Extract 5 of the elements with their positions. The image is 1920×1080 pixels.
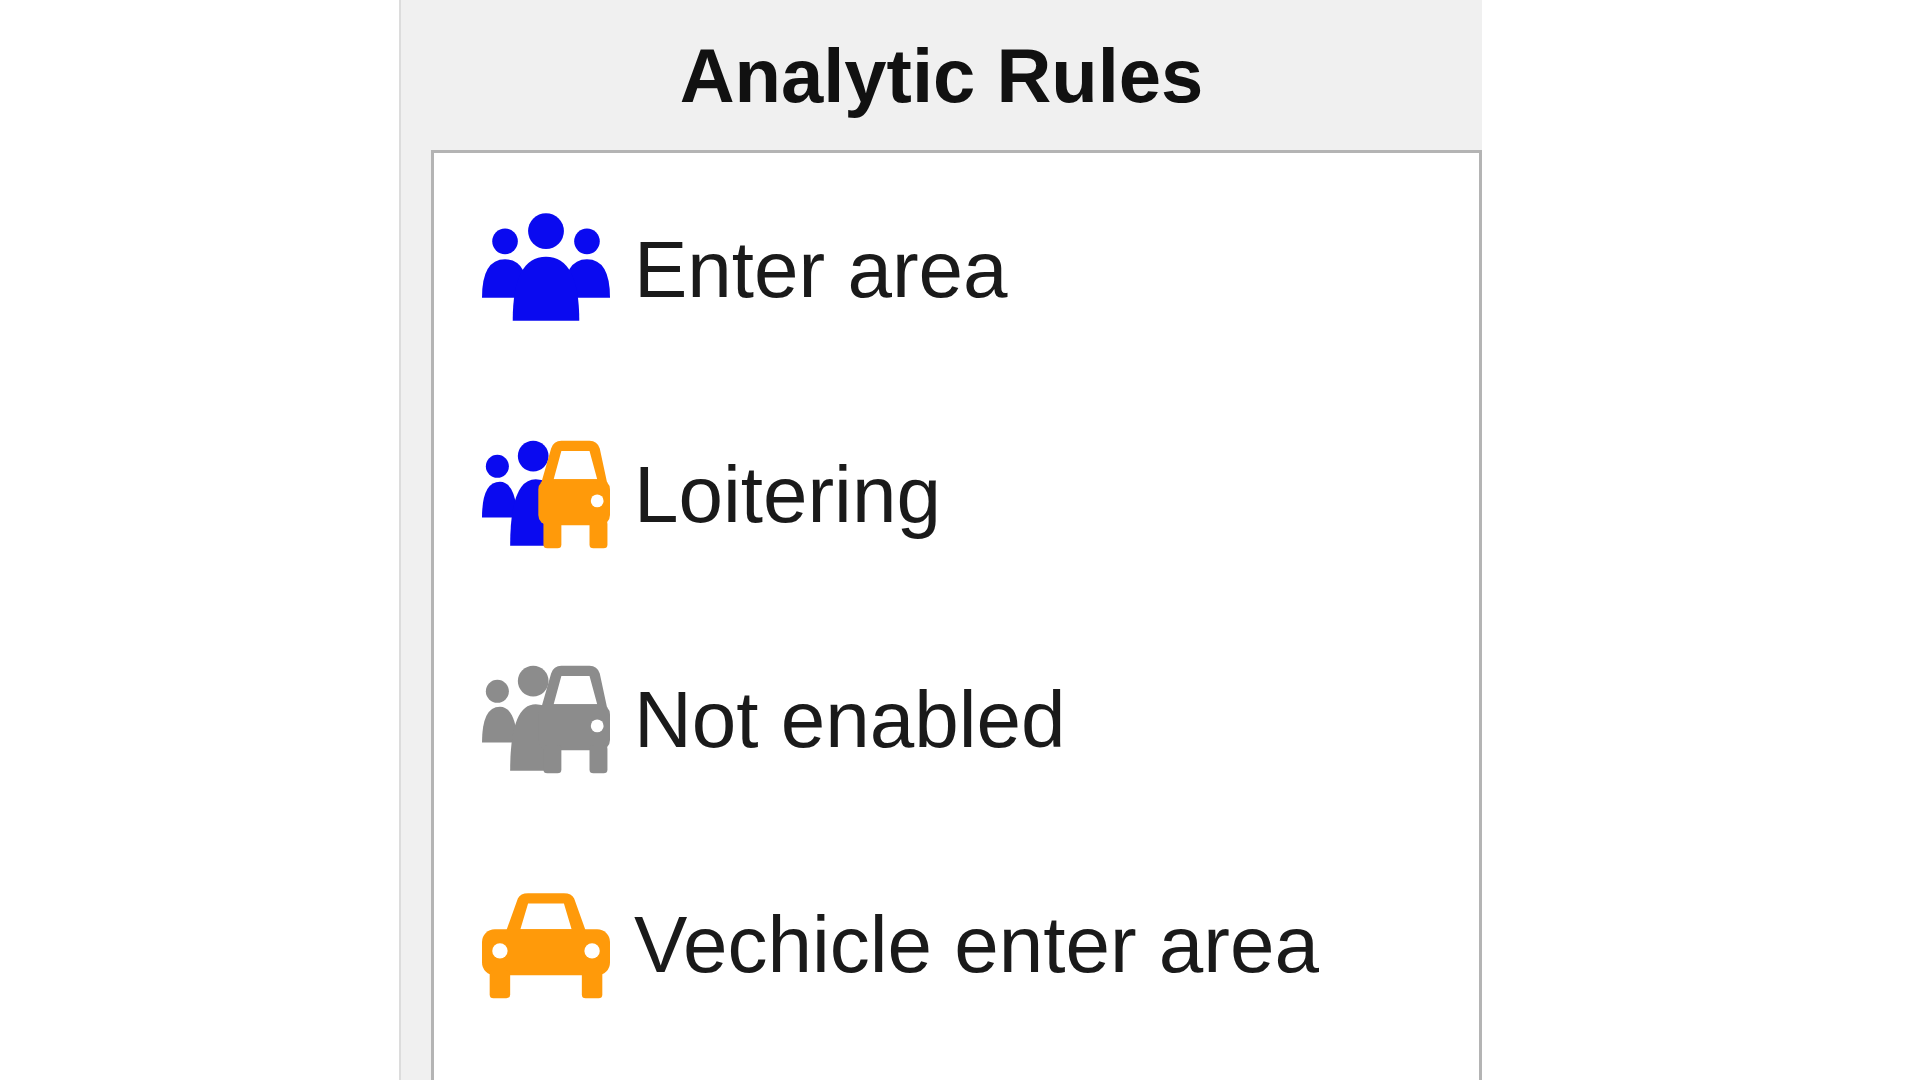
panel-title: Analytic Rules xyxy=(678,31,1205,120)
rule-label[interactable]: Loitering xyxy=(634,448,941,541)
rule-label[interactable]: Vechicle enter area xyxy=(634,898,1319,991)
rule-label[interactable]: Enter area xyxy=(634,223,1008,316)
rule-label[interactable]: Not enabled xyxy=(634,673,1066,766)
